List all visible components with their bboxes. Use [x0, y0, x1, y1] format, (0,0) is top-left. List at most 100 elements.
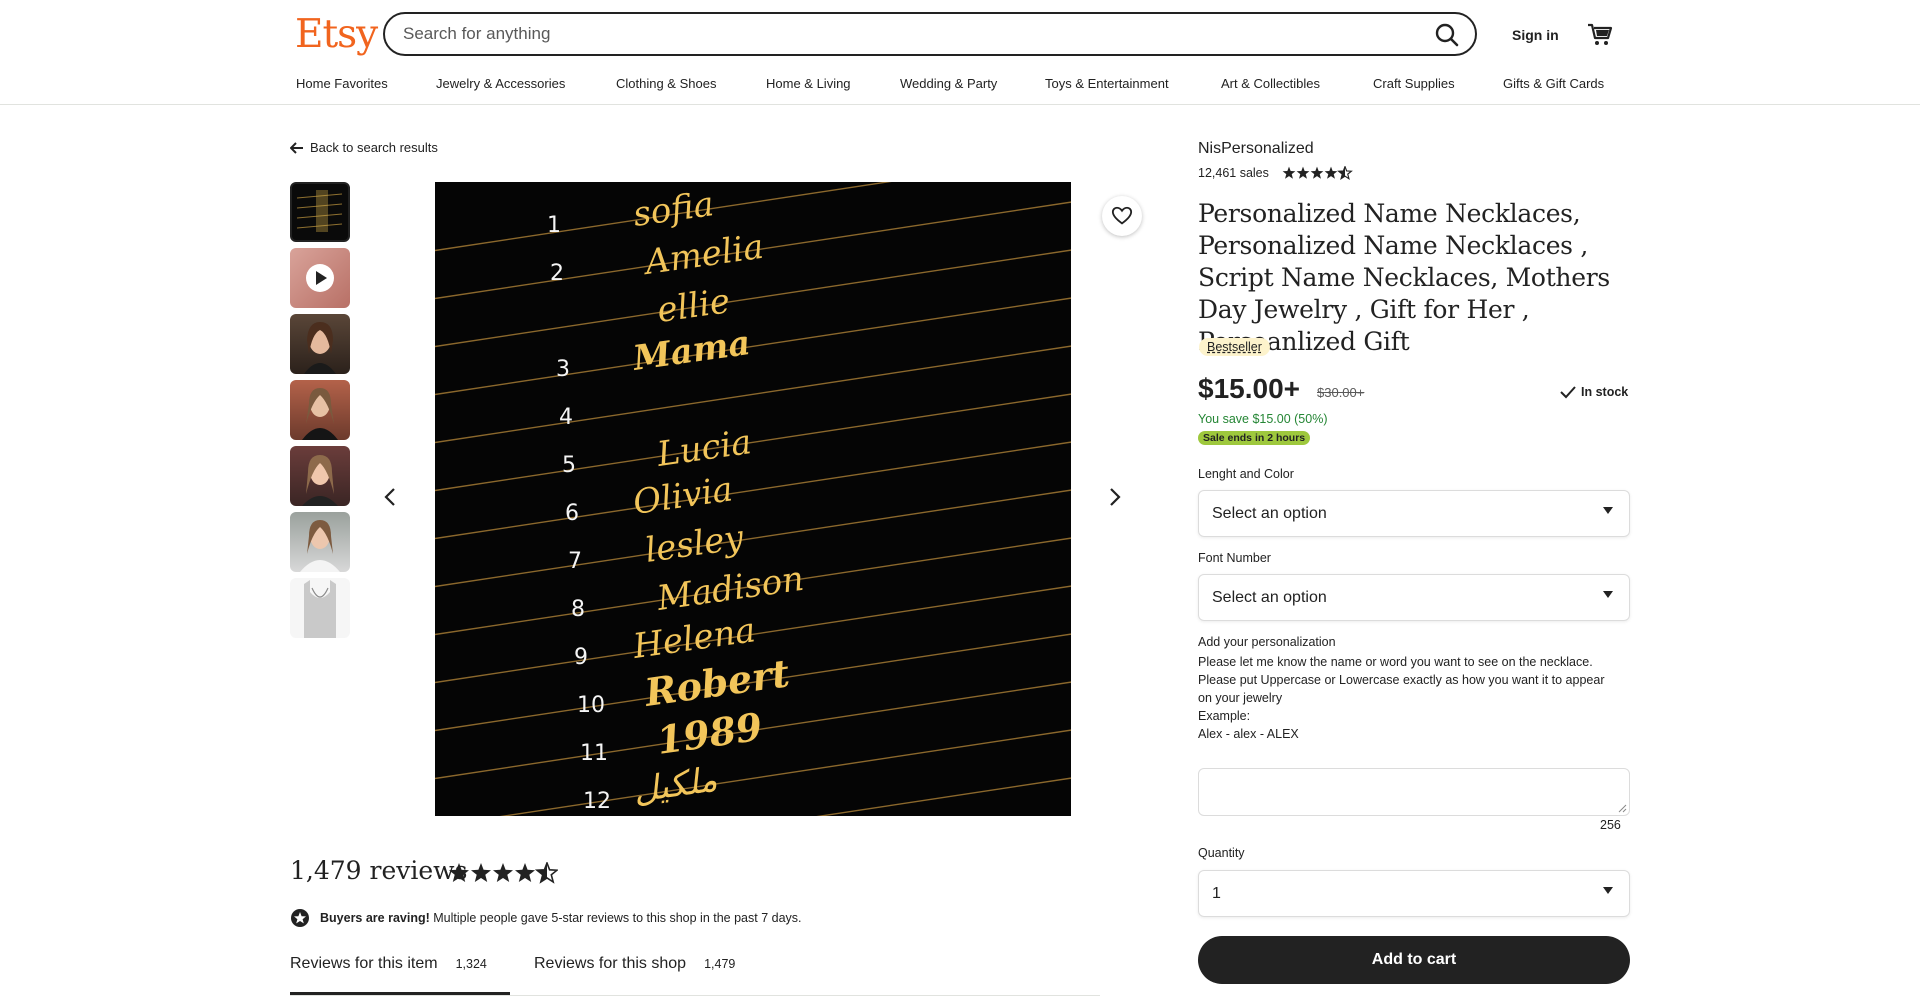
cart-icon: [1588, 23, 1613, 45]
nav-home-favorites[interactable]: Home Favorites: [296, 76, 388, 91]
quantity-select[interactable]: 1: [1198, 870, 1630, 917]
arrow-left-icon: [290, 141, 303, 154]
price: $15.00+: [1198, 373, 1300, 404]
next-image-button[interactable]: [1100, 483, 1128, 511]
row-number: 3: [556, 357, 570, 382]
thumbnail-6[interactable]: [290, 512, 350, 572]
etsy-logo[interactable]: Etsy: [295, 12, 378, 57]
length-color-label: Lenght and Color: [1198, 467, 1294, 481]
row-number: 7: [568, 549, 582, 574]
thumbnail-3[interactable]: [290, 314, 350, 374]
row-number: 8: [571, 597, 585, 622]
row-number: 9: [574, 645, 588, 670]
row-number: 11: [580, 741, 608, 766]
tab-item-label: Reviews for this item: [290, 955, 438, 972]
nav-toys-entertainment[interactable]: Toys & Entertainment: [1045, 76, 1169, 91]
active-tab-indicator: [290, 992, 510, 995]
caret-down-icon: [1603, 591, 1613, 598]
tab-reviews-item[interactable]: Reviews for this item 1,324: [290, 955, 487, 973]
buyers-raving-banner: Buyers are raving! Multiple people gave …: [290, 908, 802, 928]
original-price: $30.00+: [1317, 385, 1365, 400]
nav-home-living[interactable]: Home & Living: [766, 76, 851, 91]
thumbnail-7[interactable]: [290, 578, 350, 638]
main-product-image[interactable]: 1 sofia 2 Amelia ellie 3 Mama 4 5 Lucia 6 Olivia 7 le…: [435, 182, 1071, 816]
back-label: Back to search results: [310, 140, 438, 155]
favorite-button[interactable]: [1102, 196, 1142, 236]
row-number: 5: [562, 453, 576, 478]
thumbnail-4[interactable]: [290, 380, 350, 440]
shop-rating-stars: [1282, 166, 1353, 180]
necklace-name: ملكيل: [631, 760, 720, 811]
font-number-label: Font Number: [1198, 551, 1271, 565]
star-icon: [493, 863, 513, 882]
nav-jewelry-accessories[interactable]: Jewelry & Accessories: [436, 76, 565, 91]
necklace-image: 1 sofia 2 Ameliaellie 3 Mama 4 5 Lucia 6 Olivia 7 le…: [435, 182, 1071, 816]
thumbnail-5[interactable]: [290, 446, 350, 506]
chain-line: [816, 777, 1071, 816]
raving-text: Multiple people gave 5-star reviews to t…: [429, 911, 802, 925]
nav-gifts-gift-cards[interactable]: Gifts & Gift Cards: [1503, 76, 1604, 91]
bestseller-badge[interactable]: Bestseller: [1199, 338, 1270, 356]
review-stars: [448, 860, 560, 889]
necklace-name: ellie: [655, 281, 733, 331]
star-icon: [515, 863, 535, 882]
instruction-line: Example:: [1198, 709, 1251, 723]
cart-button[interactable]: [1587, 22, 1613, 48]
caret-down-icon: [1603, 507, 1613, 514]
search-input[interactable]: [403, 14, 1403, 54]
site-header: Etsy Sign in Home Favorites Jewelry & Ac…: [0, 0, 1920, 105]
in-stock-label: In stock: [1581, 385, 1629, 399]
necklace-name: Olivia: [631, 469, 736, 523]
nav-wedding-party[interactable]: Wedding & Party: [900, 76, 997, 91]
search-bar[interactable]: [383, 12, 1477, 56]
tab-item-count: 1,324: [455, 957, 487, 971]
add-to-cart-button[interactable]: Add to cart: [1198, 936, 1630, 984]
quantity-label: Quantity: [1198, 846, 1245, 860]
font-number-select[interactable]: Select an option: [1198, 574, 1630, 621]
length-color-value: Select an option: [1212, 505, 1327, 522]
tab-reviews-shop[interactable]: Reviews for this shop 1,479: [534, 955, 735, 973]
personalization-label: Add your personalization: [1198, 635, 1336, 649]
back-to-search-link[interactable]: Back to search results: [290, 140, 438, 155]
character-counter: 256: [1600, 818, 1621, 832]
row-number: 12: [583, 789, 611, 814]
instruction-line: Alex - alex - ALEX: [1198, 727, 1299, 741]
savings-text: You save $15.00 (50%): [1198, 412, 1328, 426]
nav-art-collectibles[interactable]: Art & Collectibles: [1221, 76, 1320, 91]
nav-clothing-shoes[interactable]: Clothing & Shoes: [616, 76, 716, 91]
in-stock-status: In stock: [1560, 385, 1628, 399]
thumbnail-1[interactable]: [290, 182, 350, 242]
previous-image-button[interactable]: [377, 483, 405, 511]
chain-line: [435, 297, 1071, 396]
personalization-textarea[interactable]: [1198, 768, 1630, 816]
search-button[interactable]: [1431, 19, 1463, 51]
row-number: 10: [577, 693, 605, 718]
category-nav: Home Favorites Jewelry & Accessories Clo…: [296, 76, 1616, 96]
necklace-name: Madison: [654, 559, 807, 619]
shop-name-link[interactable]: NisPersonalized: [1198, 140, 1314, 158]
raving-bold: Buyers are raving!: [320, 911, 430, 925]
necklace-name: 1989: [654, 704, 765, 763]
length-color-select[interactable]: Select an option: [1198, 490, 1630, 537]
personalization-instructions: Please let me know the name or word you …: [1198, 653, 1618, 743]
heart-icon: [1111, 206, 1133, 225]
necklace-name: Amelia: [640, 227, 766, 284]
thumbnail-video[interactable]: [290, 248, 350, 308]
resize-handle-icon[interactable]: [1617, 803, 1627, 813]
star-icon: [449, 863, 469, 882]
row-number: 1: [547, 213, 561, 238]
check-icon: [1560, 386, 1576, 399]
nav-craft-supplies[interactable]: Craft Supplies: [1373, 76, 1455, 91]
tab-shop-label: Reviews for this shop: [534, 955, 687, 972]
star-badge-icon: [291, 909, 309, 927]
reviews-title: 1,479 reviews: [290, 856, 468, 885]
shop-sales: 12,461 sales: [1198, 166, 1355, 180]
search-icon: [1435, 23, 1459, 47]
necklace-name: Lucia: [654, 422, 754, 475]
chevron-left-icon: [384, 488, 395, 506]
instruction-line: Please let me know the name or word you …: [1198, 655, 1593, 669]
row-number: 2: [550, 261, 564, 286]
font-number-value: Select an option: [1212, 589, 1327, 606]
instruction-line: Please put Uppercase or Lowercase exactl…: [1198, 673, 1605, 705]
sign-in-link[interactable]: Sign in: [1512, 27, 1559, 43]
